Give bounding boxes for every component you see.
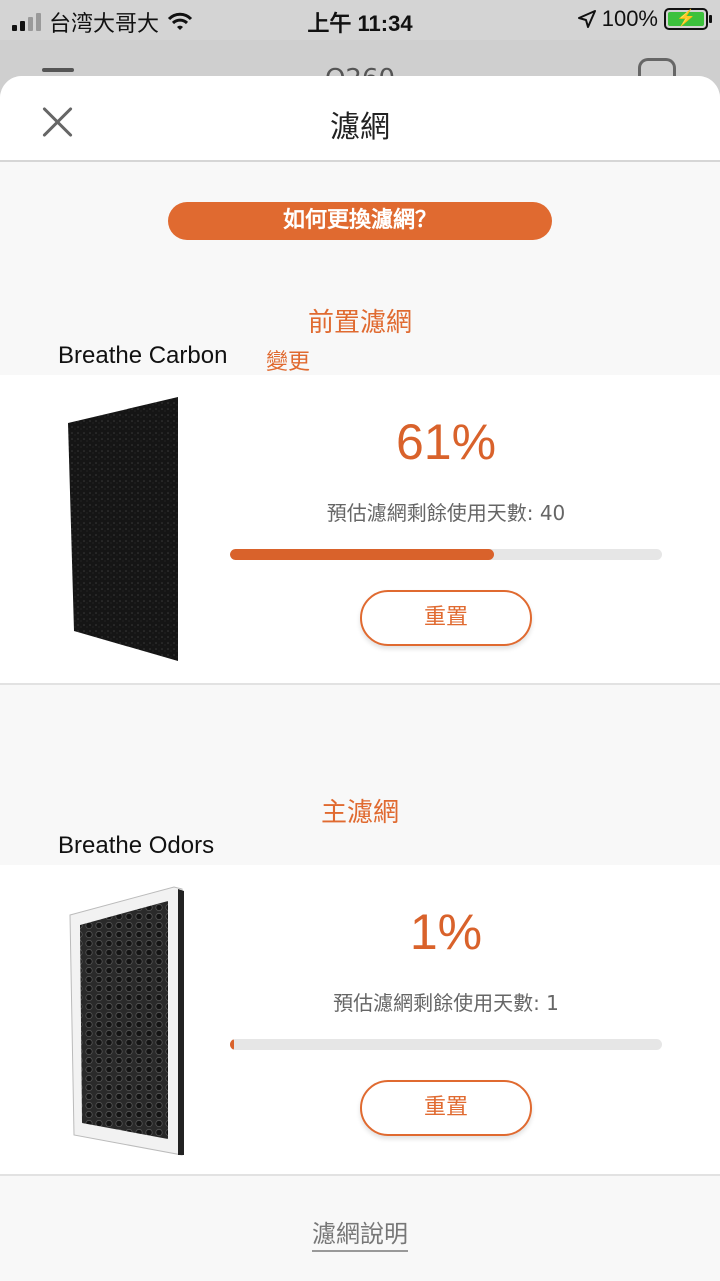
main-filter-remaining-days: 預估濾網剩餘使用天數: 1	[333, 991, 559, 1015]
filter-sheet: 濾網 如何更換濾網？ 前置濾網 Breathe Carbon 變更 61% 預估…	[0, 76, 720, 1281]
odors-filter-image	[69, 886, 184, 1156]
main-filter-card: 1% 預估濾網剩餘使用天數: 1 重置	[0, 865, 720, 1176]
location-arrow-icon	[577, 10, 596, 28]
pre-filter-percent: 61%	[395, 414, 497, 470]
sheet-title: 濾網	[330, 110, 390, 145]
main-filter-progress-fill	[230, 1039, 235, 1050]
pre-filter-heading: 前置濾網	[307, 308, 412, 338]
main-filter-heading: 主濾網	[320, 798, 399, 828]
pre-filter-remaining-days: 預估濾網剩餘使用天數: 40	[326, 501, 566, 525]
pre-filter-progress-fill	[230, 549, 494, 560]
main-filter-progress-track	[230, 1039, 662, 1050]
main-filter-name: Breathe Odors	[58, 832, 215, 859]
status-right: 100% ⚡	[577, 6, 712, 32]
change-filter-link[interactable]: 變更	[266, 344, 310, 376]
pre-filter-progress-track	[230, 549, 662, 560]
pre-filter-card: 61% 預估濾網剩餘使用天數: 40 重置	[0, 375, 720, 685]
main-filter-percent: 1%	[409, 904, 483, 960]
sheet-header: 濾網	[0, 76, 720, 162]
pre-filter-name: Breathe Carbon	[58, 342, 228, 369]
carbon-filter-image	[68, 397, 178, 661]
filter-manual-link-row: 濾網說明	[0, 1214, 720, 1252]
battery-percent: 100%	[601, 6, 658, 31]
how-to-replace-button[interactable]: 如何更換濾網？	[168, 202, 552, 240]
pre-filter-reset-button[interactable]: 重置	[360, 590, 532, 646]
filter-manual-link[interactable]: 濾網說明	[312, 1220, 408, 1252]
battery-icon: ⚡	[664, 8, 712, 30]
main-filter-reset-button[interactable]: 重置	[360, 1080, 532, 1136]
status-bar: 台湾大哥大 上午 11:34 100% ⚡	[0, 0, 720, 40]
